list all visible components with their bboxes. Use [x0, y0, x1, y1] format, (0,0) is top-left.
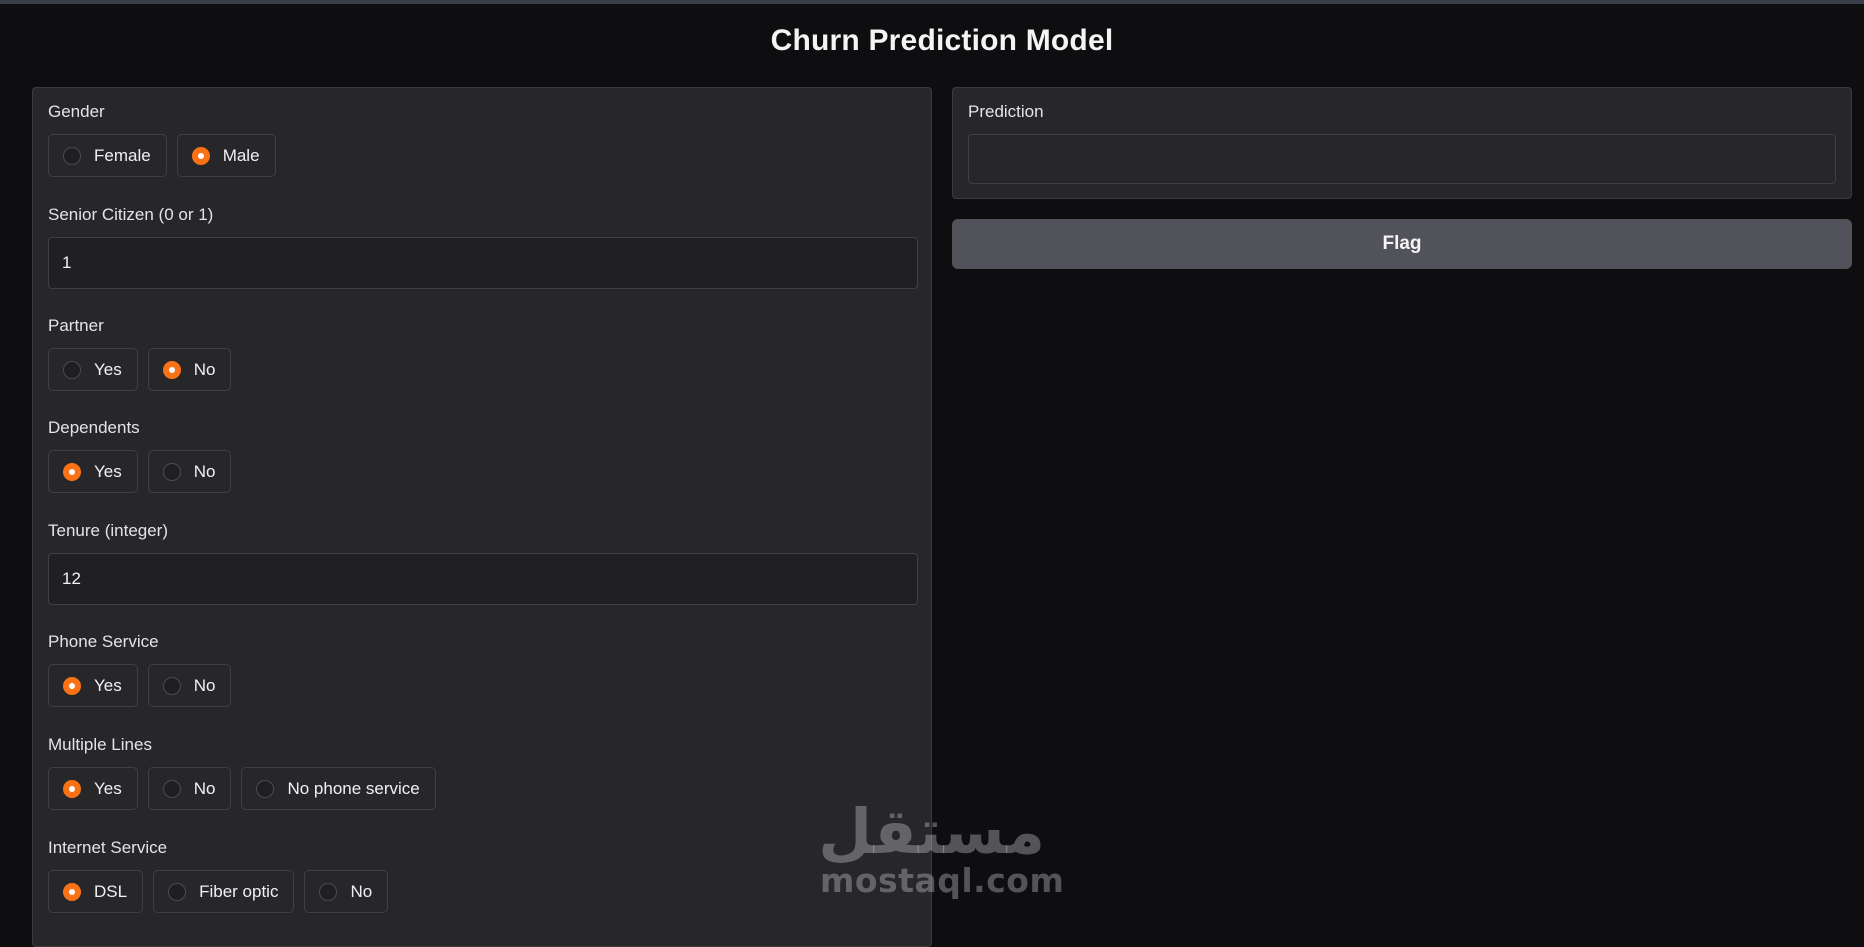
phone-service-option-no[interactable]: No [147, 664, 232, 707]
multiple-lines-option-no[interactable]: No [147, 767, 232, 810]
prediction-label: Prediction [968, 102, 1044, 121]
partner-option-no[interactable]: No [147, 348, 232, 391]
phone-service-field: Phone Service Yes No [48, 631, 232, 707]
dependents-option-yes[interactable]: Yes [48, 450, 138, 493]
internet-service-label: Internet Service [48, 838, 168, 857]
multiple-lines-label: Multiple Lines [48, 735, 152, 754]
radio-option-label: Yes [94, 675, 122, 695]
radio-circle-icon [63, 779, 81, 798]
radio-circle-icon [63, 146, 81, 165]
senior-citizen-input[interactable] [48, 237, 918, 289]
radio-option-label: Female [94, 145, 151, 165]
multiple-lines-field: Multiple Lines Yes No No phone service [48, 734, 436, 810]
gender-option-female[interactable]: Female [48, 134, 167, 177]
dependents-field: Dependents Yes No [48, 417, 232, 493]
tenure-label: Tenure (integer) [48, 521, 169, 540]
watermark-logo-mark: مستقل [818, 795, 1045, 868]
radio-option-label: No [350, 881, 373, 901]
output-panel: Prediction [952, 87, 1852, 199]
multiple-lines-option-no-phone-service[interactable]: No phone service [241, 767, 436, 810]
phone-service-label: Phone Service [48, 632, 159, 651]
gender-label: Gender [48, 102, 105, 121]
tenure-input[interactable] [48, 553, 918, 605]
radio-option-label: Yes [94, 778, 122, 798]
multiple-lines-radio-group: Yes No No phone service [48, 767, 436, 810]
radio-circle-icon [256, 779, 275, 798]
radio-option-label: DSL [94, 881, 128, 901]
prediction-output [968, 134, 1836, 184]
partner-option-yes[interactable]: Yes [48, 348, 138, 391]
dependents-label: Dependents [48, 418, 140, 437]
radio-option-label: No [193, 461, 216, 481]
radio-circle-icon [63, 882, 81, 901]
gender-option-male[interactable]: Male [176, 134, 276, 177]
internet-service-field: Internet Service DSL Fiber optic No [48, 837, 389, 913]
gender-field: Gender Female Male [48, 101, 276, 177]
internet-service-option-no[interactable]: No [304, 870, 389, 913]
partner-field: Partner Yes No [48, 315, 232, 391]
flag-button[interactable]: Flag [952, 219, 1852, 269]
tenure-field: Tenure (integer) [48, 520, 918, 605]
radio-circle-icon [63, 462, 81, 481]
page-title: Churn Prediction Model [770, 24, 1114, 57]
dependents-option-no[interactable]: No [147, 450, 232, 493]
senior-citizen-label: Senior Citizen (0 or 1) [48, 205, 214, 224]
radio-option-label: No [193, 359, 216, 379]
watermark-domain-text: mostaql.com [820, 861, 1065, 900]
radio-option-label: Yes [94, 461, 122, 481]
radio-circle-icon [168, 882, 187, 901]
prediction-field: Prediction [968, 101, 1836, 184]
radio-circle-icon [191, 146, 210, 165]
partner-label: Partner [48, 316, 104, 335]
phone-service-radio-group: Yes No [48, 664, 232, 707]
top-border [0, 0, 1864, 4]
partner-radio-group: Yes No [48, 348, 232, 391]
radio-option-label: Yes [94, 359, 122, 379]
phone-service-option-yes[interactable]: Yes [48, 664, 138, 707]
radio-option-label: Male [222, 145, 260, 165]
multiple-lines-option-yes[interactable]: Yes [48, 767, 138, 810]
radio-option-label: No [193, 675, 216, 695]
radio-circle-icon [63, 360, 81, 379]
radio-circle-icon [319, 882, 338, 901]
radio-circle-icon [63, 676, 81, 695]
mostaql-watermark-logo: مستقل mostaql.com [818, 795, 1065, 900]
senior-citizen-field: Senior Citizen (0 or 1) [48, 204, 918, 289]
internet-service-radio-group: DSL Fiber optic No [48, 870, 389, 913]
gender-radio-group: Female Male [48, 134, 276, 177]
dependents-radio-group: Yes No [48, 450, 232, 493]
radio-circle-icon [162, 676, 181, 695]
radio-option-label: Fiber optic [199, 881, 279, 901]
radio-option-label: No phone service [287, 778, 420, 798]
internet-service-option-fiber-optic[interactable]: Fiber optic [153, 870, 295, 913]
internet-service-option-dsl[interactable]: DSL [48, 870, 144, 913]
radio-option-label: No [193, 778, 216, 798]
radio-circle-icon [162, 360, 181, 379]
input-panel: Gender Female Male Senior Citizen (0 or … [32, 87, 932, 947]
radio-circle-icon [162, 779, 181, 798]
radio-circle-icon [162, 462, 181, 481]
